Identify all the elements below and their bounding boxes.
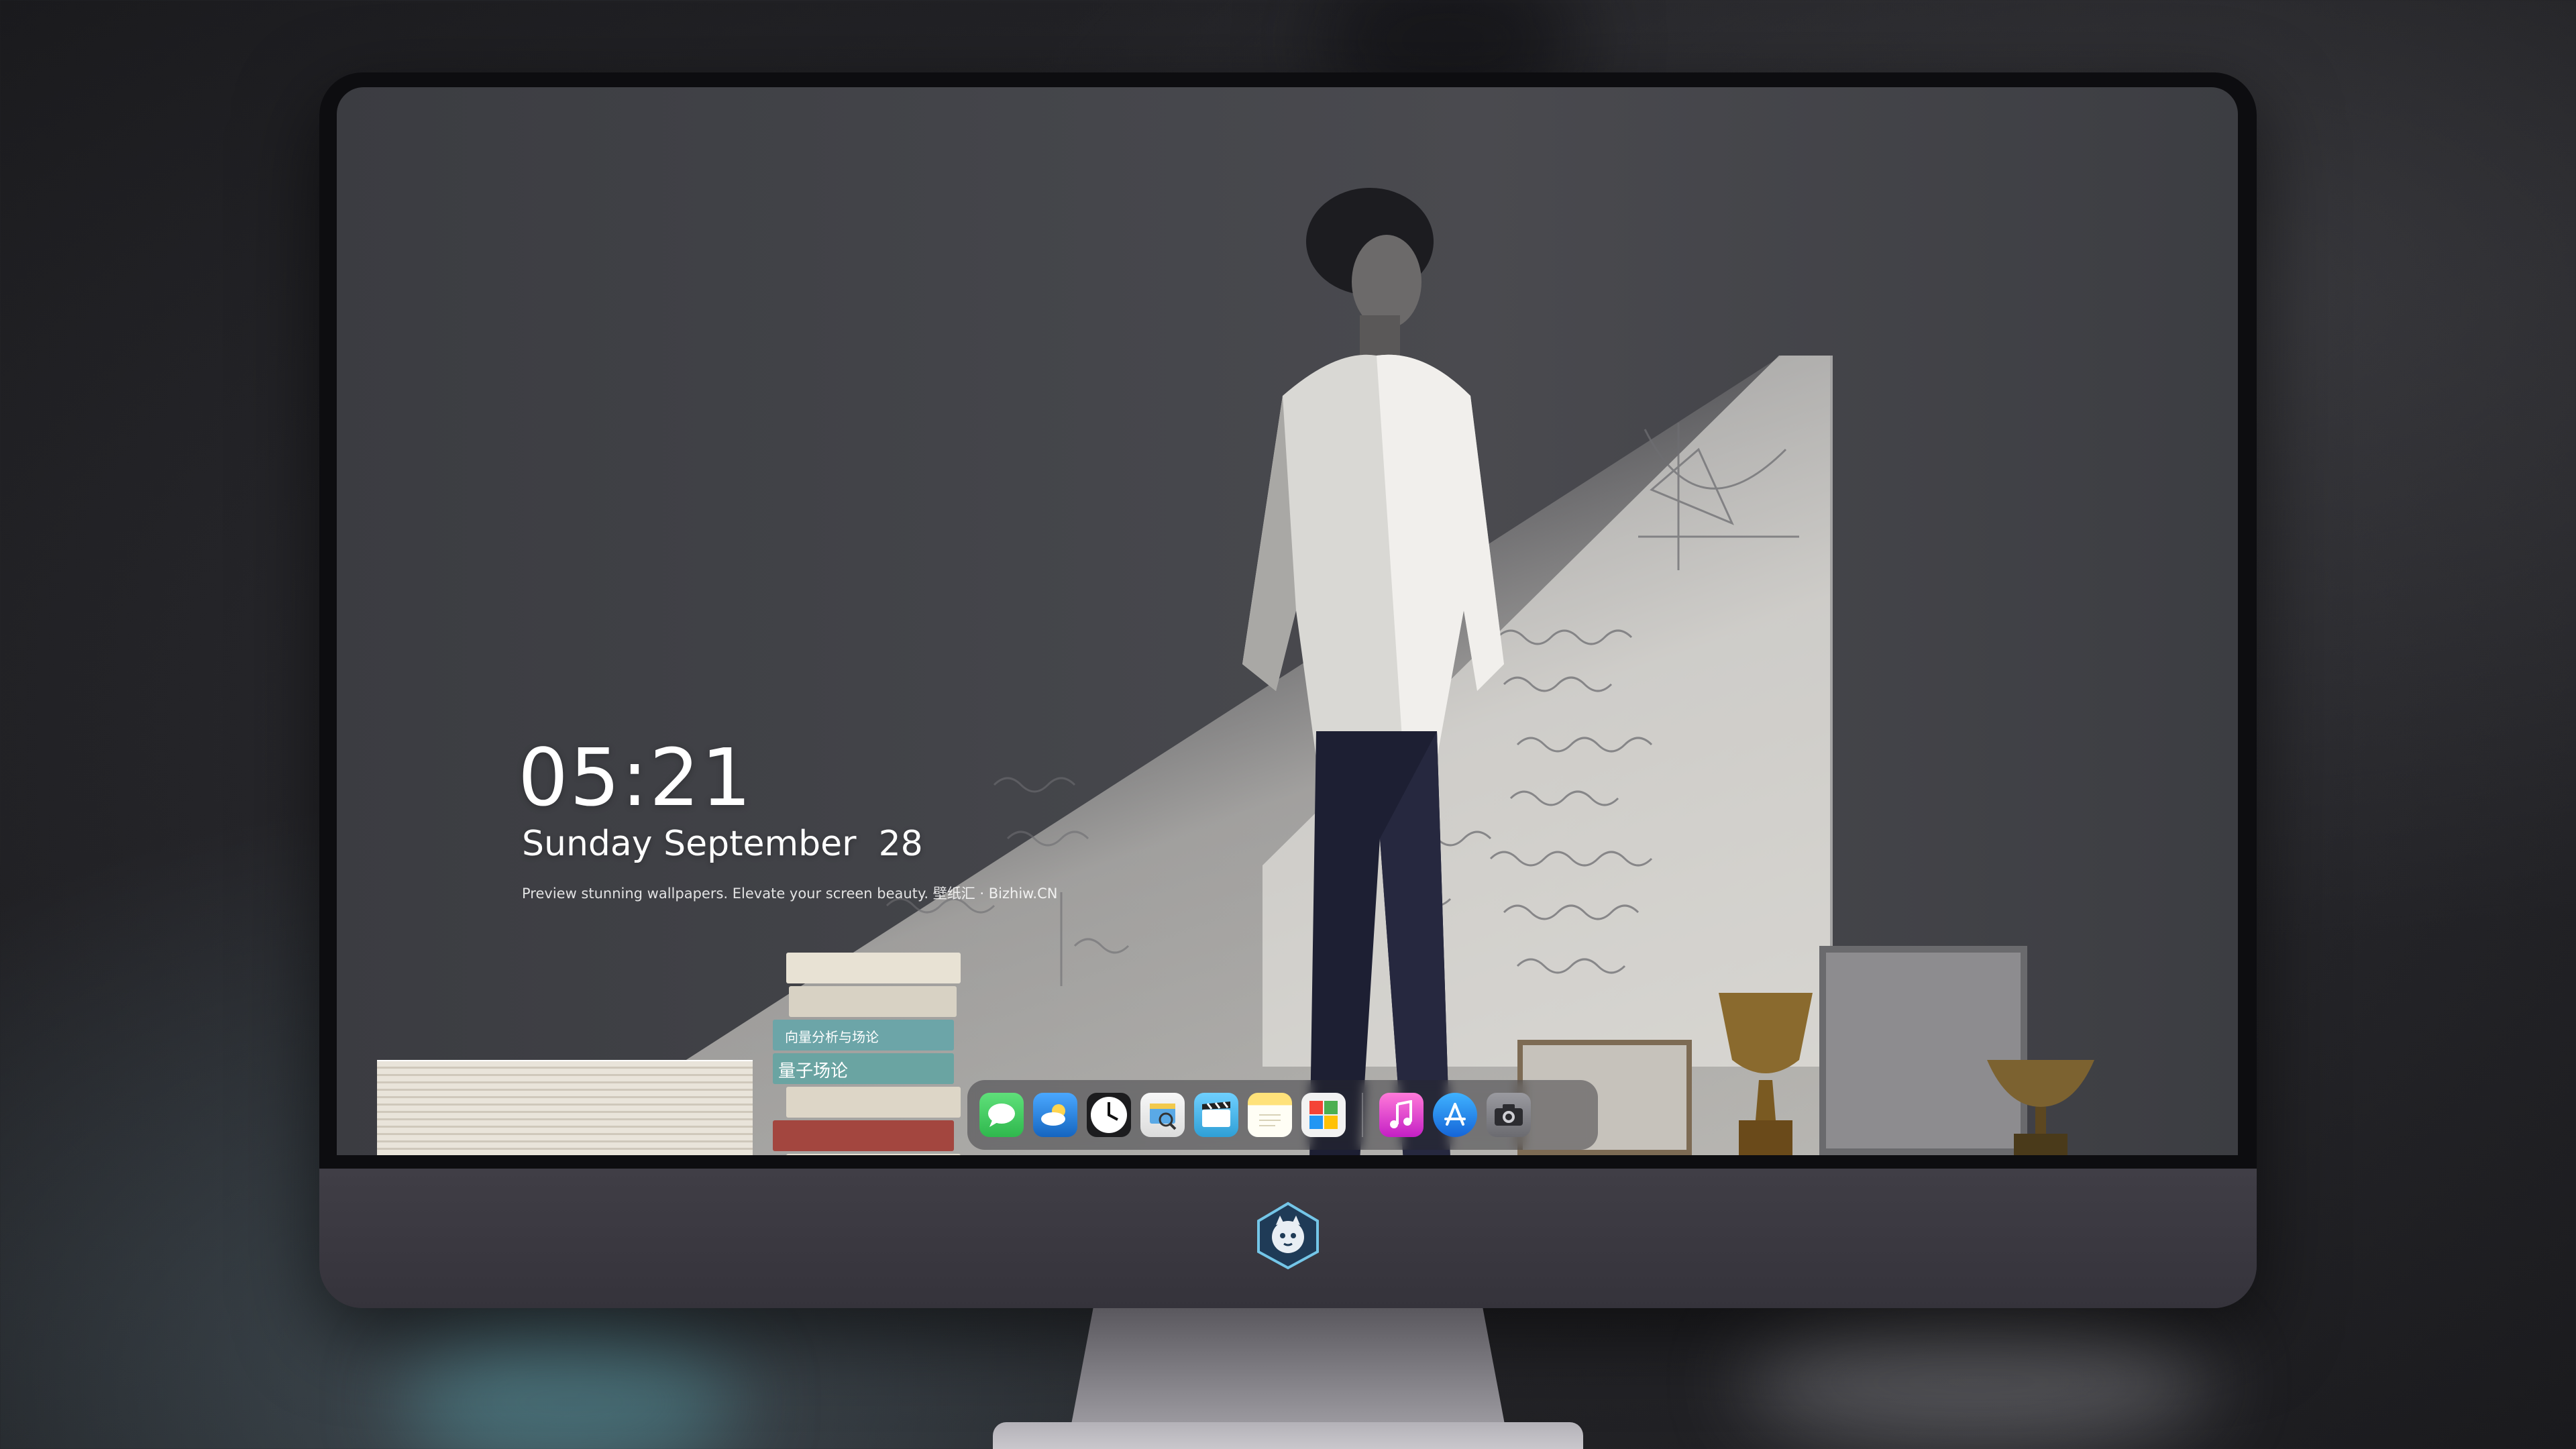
book-spine-qft: 量子场论 <box>773 1053 954 1084</box>
dock <box>967 1080 1598 1150</box>
wallpaper-paper-stack <box>377 1060 753 1155</box>
notes-icon[interactable] <box>1248 1093 1292 1137</box>
wallpaper-book-stack: 向量分析与场论 量子场论 <box>773 953 961 1155</box>
clock-icon[interactable] <box>1087 1093 1131 1137</box>
app-store-icon[interactable] <box>1433 1093 1477 1137</box>
dock-separator <box>1362 1093 1363 1137</box>
messages-icon[interactable] <box>979 1093 1024 1137</box>
brand-logo-icon <box>1257 1201 1319 1270</box>
photo-booth-icon[interactable] <box>1301 1093 1346 1137</box>
monitor-stand-base <box>993 1422 1583 1449</box>
clips-icon[interactable] <box>1194 1093 1238 1137</box>
preview-icon[interactable] <box>1140 1093 1185 1137</box>
screen: 向量分析与场论 量子场论 05:21 Sunday September 28 P… <box>337 87 2238 1155</box>
background-blur-light <box>1744 1315 2214 1449</box>
background-blur-teal <box>402 1328 738 1449</box>
lockscreen-time: 05:21 <box>518 731 753 824</box>
lockscreen-tagline: Preview stunning wallpapers. Elevate you… <box>522 885 1058 902</box>
weather-icon[interactable] <box>1033 1093 1077 1137</box>
music-icon[interactable] <box>1379 1093 1424 1137</box>
book-spine-vector: 向量分析与场论 <box>773 1020 954 1051</box>
wallpaper-trophy-small <box>1987 1060 2094 1155</box>
wallpaper-trophy <box>1719 993 1813 1155</box>
lockscreen-date: Sunday September 28 <box>522 824 923 864</box>
camera-icon[interactable] <box>1487 1093 1531 1137</box>
wallpaper-person <box>1242 188 1504 1155</box>
